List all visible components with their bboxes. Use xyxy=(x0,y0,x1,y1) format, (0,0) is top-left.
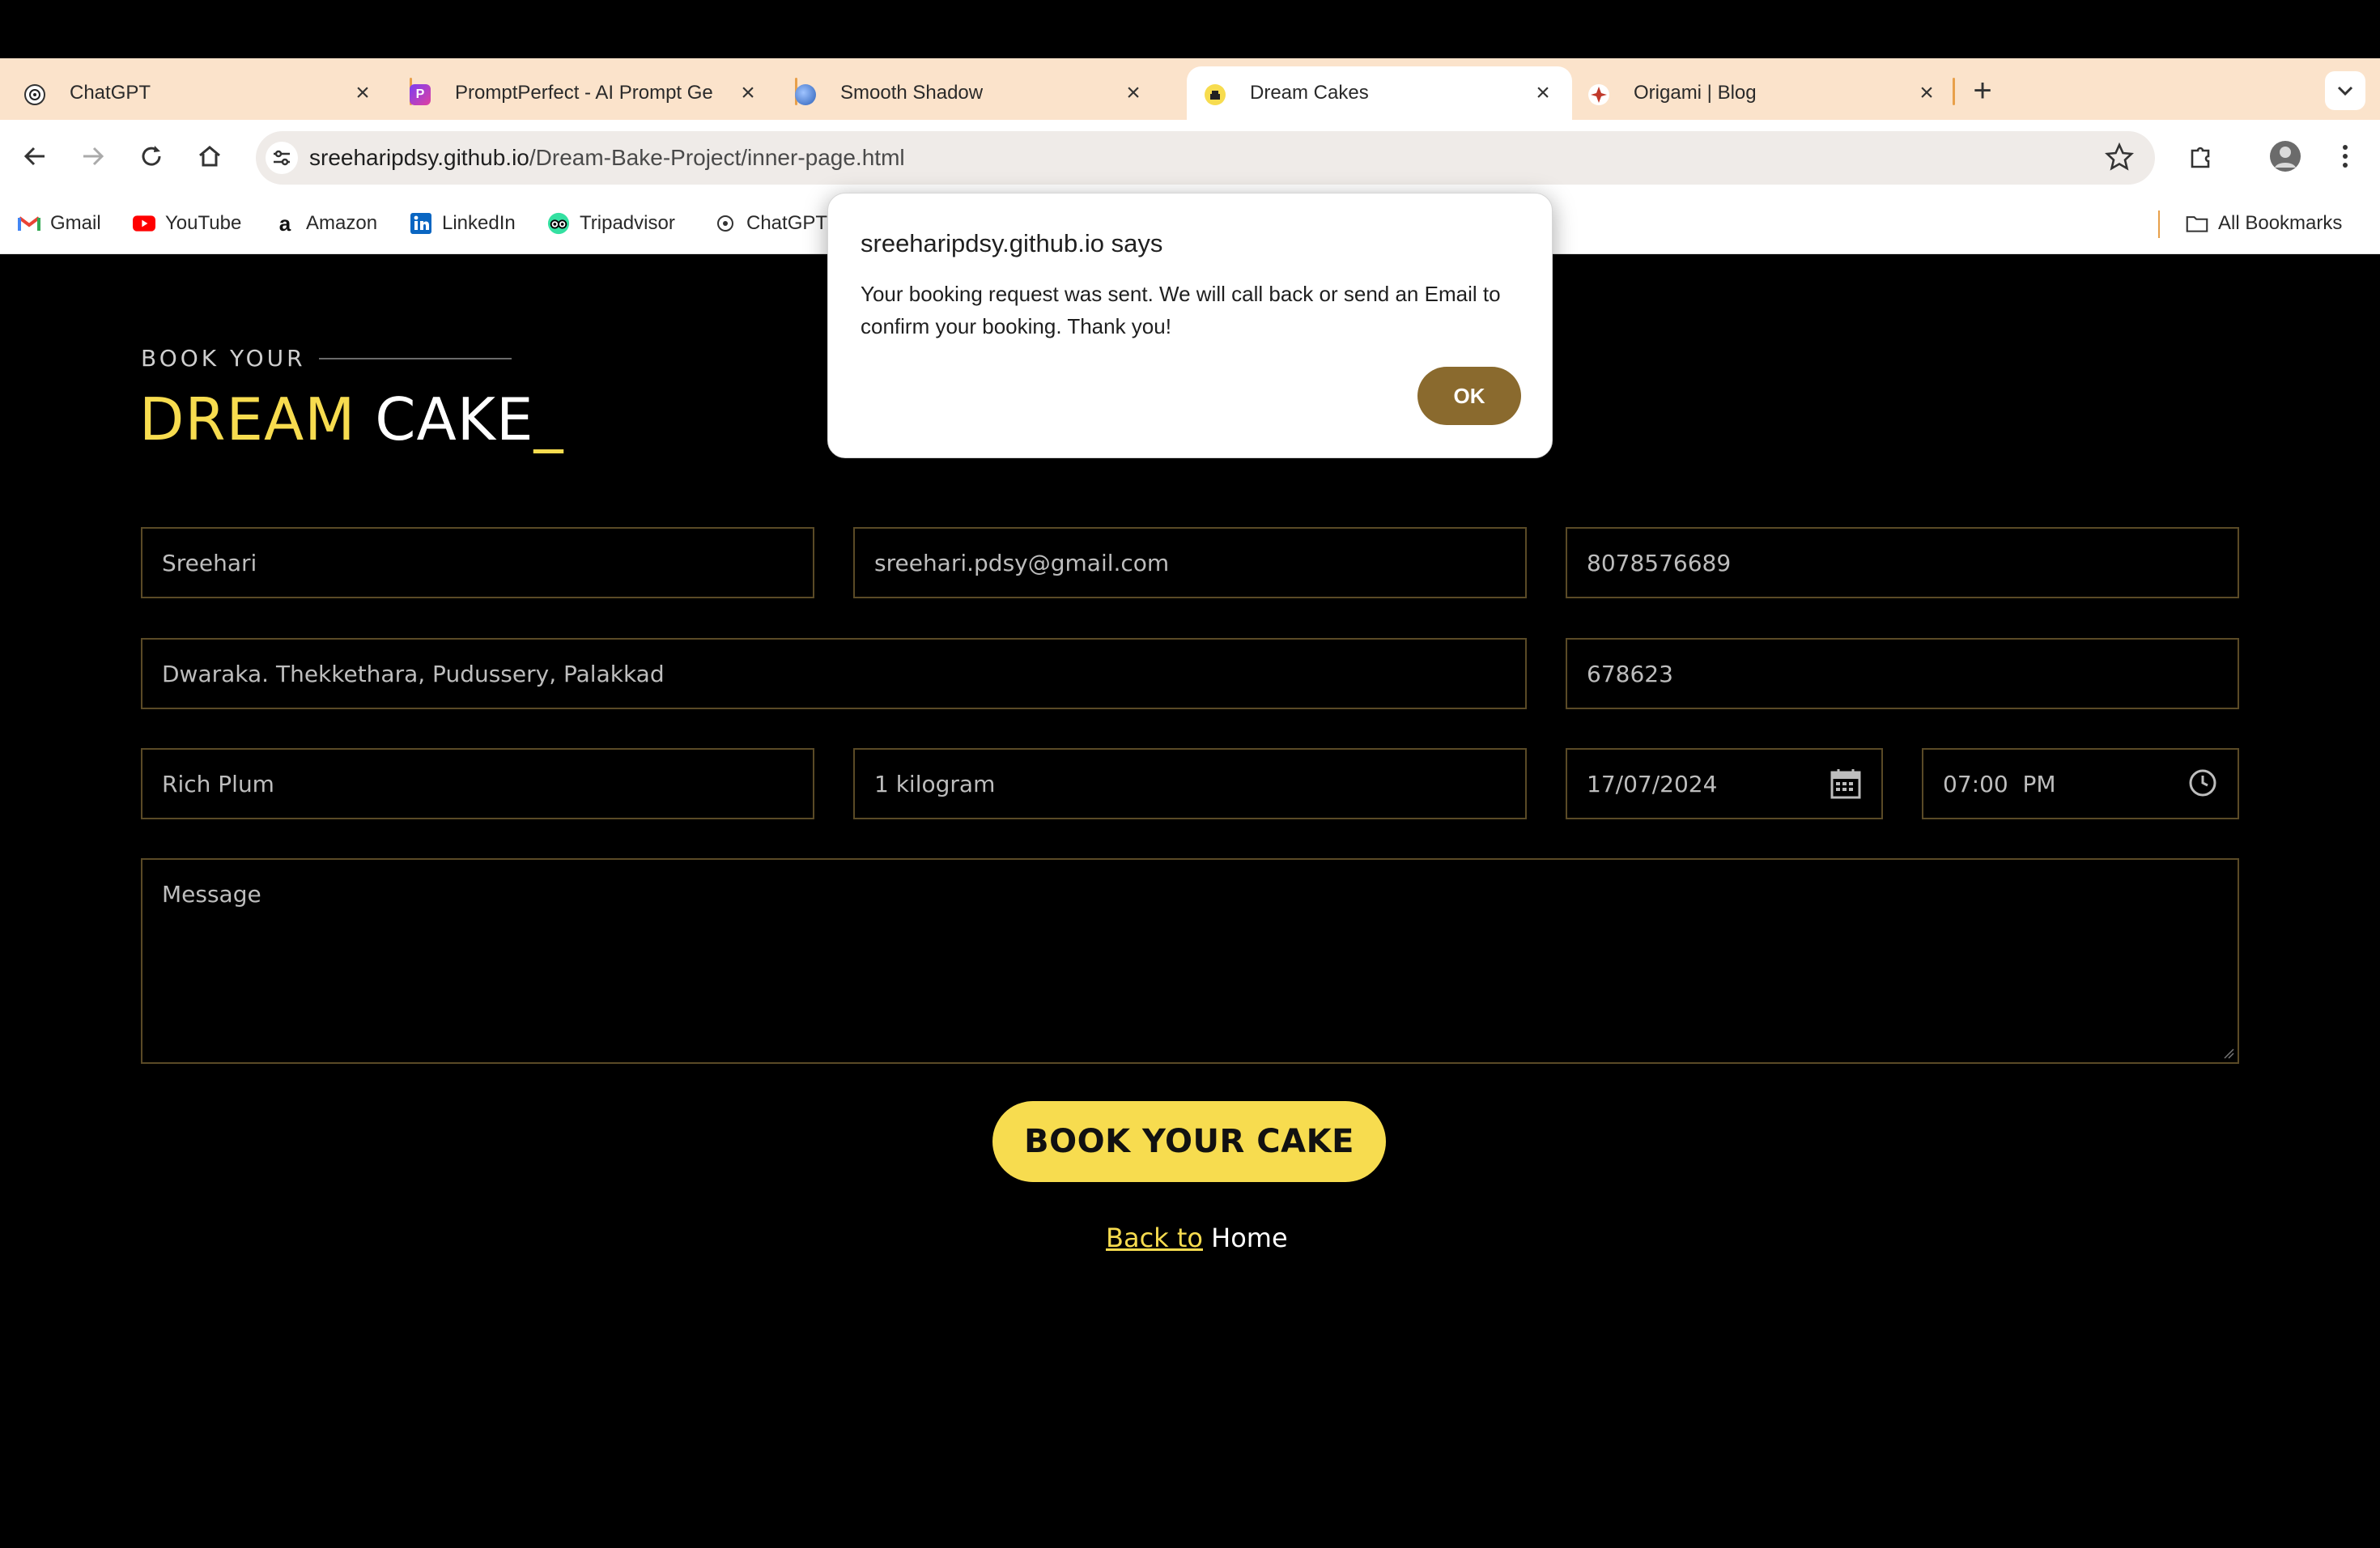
name-input[interactable]: Sreehari xyxy=(141,527,814,598)
arrow-right-icon xyxy=(83,147,104,166)
menu-button[interactable] xyxy=(2327,138,2364,175)
bookmark-gmail[interactable]: Gmail xyxy=(18,209,101,238)
bookmark-star-icon[interactable] xyxy=(2105,142,2134,177)
tab-divider xyxy=(1953,78,1955,105)
new-tab-button[interactable]: + xyxy=(1964,73,2001,110)
resize-handle-icon xyxy=(2224,1048,2234,1059)
home-icon xyxy=(199,146,220,167)
bookmark-amazon[interactable]: a Amazon xyxy=(274,209,377,238)
bookmark-youtube[interactable]: YouTube xyxy=(133,209,241,238)
back-to-link[interactable]: Back to xyxy=(1106,1223,1203,1253)
calendar-icon[interactable] xyxy=(1830,768,1862,806)
tab-dream-cakes[interactable]: Dream Cakes × xyxy=(1187,66,1572,120)
flavour-input[interactable]: Rich Plum xyxy=(141,748,814,819)
youtube-icon xyxy=(133,212,155,235)
tripadvisor-icon xyxy=(547,212,570,235)
phone-input[interactable]: 8078576689 xyxy=(1566,527,2239,598)
url-path: /Dream-Bake-Project/inner-page.html xyxy=(529,145,905,170)
close-icon[interactable]: × xyxy=(1532,81,1554,105)
all-bookmarks[interactable]: All Bookmarks xyxy=(2186,209,2342,238)
close-icon[interactable]: × xyxy=(351,81,374,105)
extensions-button[interactable] xyxy=(2182,138,2220,175)
book-cake-button[interactable]: BOOK YOUR CAKE xyxy=(992,1101,1386,1182)
address-input[interactable]: Dwaraka. Thekkethara, Pudussery, Palakka… xyxy=(141,638,1527,709)
tab-title: ChatGPT xyxy=(70,82,151,104)
title-cursor: _ xyxy=(533,385,564,453)
bookmark-divider xyxy=(2158,211,2160,238)
ok-button[interactable]: OK xyxy=(1417,367,1521,425)
title-highlight: DREAM xyxy=(139,385,356,453)
tab-title: Dream Cakes xyxy=(1250,82,1369,104)
clock-icon[interactable] xyxy=(2187,768,2218,804)
tab-promptperfect[interactable]: P PromptPerfect - AI Prompt Ge × xyxy=(392,66,777,120)
origami-icon xyxy=(1588,84,1609,105)
forward-button[interactable] xyxy=(74,138,112,175)
tab-title: Smooth Shadow xyxy=(840,82,984,104)
home-text: Home xyxy=(1202,1223,1288,1253)
cake-icon xyxy=(1205,84,1226,105)
page-title: DREAM CAKE_ xyxy=(139,385,563,453)
tab-title: PromptPerfect - AI Prompt Ge xyxy=(455,82,713,104)
tab-chatgpt[interactable]: ChatGPT × xyxy=(6,66,392,120)
reload-icon xyxy=(142,146,161,166)
avatar-icon xyxy=(2270,141,2301,172)
bookmark-label: ChatGPT xyxy=(746,212,828,234)
alert-dialog: sreeharipdsy.github.io says Your booking… xyxy=(827,193,1553,458)
close-icon[interactable]: × xyxy=(737,81,759,105)
bookmark-label: YouTube xyxy=(165,212,242,234)
date-input[interactable]: 17/07/2024 xyxy=(1566,748,1883,819)
tab-smooth-shadow[interactable]: Smooth Shadow × xyxy=(777,66,1162,120)
bookmark-tripadvisor[interactable]: Tripadvisor xyxy=(547,209,675,238)
site-settings-icon[interactable] xyxy=(266,142,298,174)
address-bar[interactable]: sreeharipdsy.github.io/Dream-Bake-Projec… xyxy=(256,131,2155,185)
tab-title: Origami | Blog xyxy=(1634,82,1757,104)
puzzle-icon xyxy=(2191,147,2210,168)
profile-avatar[interactable] xyxy=(2267,138,2304,175)
smooth-shadow-icon xyxy=(795,84,816,105)
time-input[interactable]: 07:00 PM xyxy=(1922,748,2239,819)
kebab-menu-icon xyxy=(2343,145,2348,168)
message-placeholder: Message xyxy=(162,881,261,908)
bookmark-chatgpt[interactable]: ChatGPT xyxy=(714,209,827,238)
bookmark-label: Gmail xyxy=(50,212,101,234)
dialog-title: sreeharipdsy.github.io says xyxy=(861,229,1163,257)
folder-icon xyxy=(2186,212,2208,235)
screen: ChatGPT × P PromptPerfect - AI Prompt Ge… xyxy=(0,0,2380,1548)
promptperfect-icon: P xyxy=(410,84,431,105)
openai-icon xyxy=(24,84,45,105)
pincode-input[interactable]: 678623 xyxy=(1566,638,2239,709)
weight-input[interactable]: 1 kilogram xyxy=(853,748,1527,819)
bookmark-label: Tripadvisor xyxy=(580,212,675,234)
gmail-icon xyxy=(18,212,40,235)
date-value: 17/07/2024 xyxy=(1587,770,1718,797)
bookmark-label: All Bookmarks xyxy=(2218,212,2343,234)
bookmark-label: Amazon xyxy=(306,212,378,234)
tab-strip: ChatGPT × P PromptPerfect - AI Prompt Ge… xyxy=(0,58,2380,120)
tab-origami[interactable]: Origami | Blog × xyxy=(1570,66,1956,120)
message-textarea[interactable]: Message xyxy=(141,858,2239,1064)
time-value: 07:00 PM xyxy=(1943,770,2056,797)
close-icon[interactable]: × xyxy=(1915,81,1938,105)
reload-button[interactable] xyxy=(133,138,170,175)
url-host: sreeharipdsy.github.io xyxy=(309,145,529,170)
title-rest: CAKE xyxy=(355,385,534,453)
email-input[interactable]: sreehari.pdsy@gmail.com xyxy=(853,527,1527,598)
amazon-icon: a xyxy=(278,211,291,236)
arrow-left-icon xyxy=(23,147,45,166)
dialog-message: Your booking request was sent. We will c… xyxy=(861,282,1501,338)
home-button[interactable] xyxy=(191,138,228,175)
close-icon[interactable]: × xyxy=(1122,81,1145,105)
bookmark-linkedin[interactable]: LinkedIn xyxy=(410,209,516,238)
back-home: Back to Home xyxy=(1106,1223,1288,1253)
section-eyebrow: BOOK YOUR xyxy=(141,345,306,372)
back-button[interactable] xyxy=(16,138,53,175)
bookmark-label: LinkedIn xyxy=(442,212,516,234)
chevron-down-icon xyxy=(2337,86,2353,96)
eyebrow-divider xyxy=(319,358,512,359)
linkedin-icon xyxy=(410,212,432,235)
openai-icon xyxy=(714,212,737,235)
tab-search-button[interactable] xyxy=(2325,71,2365,110)
